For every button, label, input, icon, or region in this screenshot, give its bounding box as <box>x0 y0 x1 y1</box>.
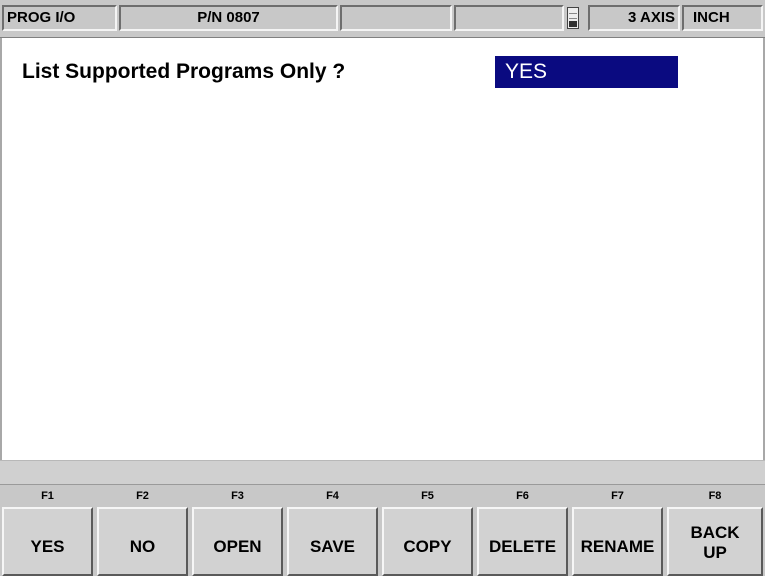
save-button[interactable]: SAVE <box>287 507 378 576</box>
status-bar: PROG I/O P/N 0807 3 AXIS INCH <box>0 0 765 38</box>
fkey-label: F4 <box>326 490 339 502</box>
softkey-f1: F1 YES <box>0 485 95 576</box>
softkey-f7: F7 RENAME <box>570 485 665 576</box>
back-up-button[interactable]: BACK UP <box>667 507 763 576</box>
gauge-fill <box>569 20 577 27</box>
status-field-3 <box>340 5 452 31</box>
delete-button[interactable]: DELETE <box>477 507 568 576</box>
copy-button[interactable]: COPY <box>382 507 473 576</box>
fkey-label: F5 <box>421 490 434 502</box>
softkey-f4: F4 SAVE <box>285 485 380 576</box>
units-indicator: INCH <box>682 5 763 31</box>
fkey-label: F6 <box>516 490 529 502</box>
main-panel: List Supported Programs Only ? YES <box>0 38 765 460</box>
fkey-label: F8 <box>708 490 722 502</box>
axis-indicator: 3 AXIS <box>588 5 680 31</box>
fkey-label: F7 <box>611 490 624 502</box>
mode-indicator: PROG I/O <box>2 5 117 31</box>
softkey-f3: F3 OPEN <box>190 485 285 576</box>
softkey-f2: F2 NO <box>95 485 190 576</box>
yes-button[interactable]: YES <box>2 507 93 576</box>
softkey-bar: F1 YES F2 NO F3 OPEN F4 SAVE F5 COPY F6 … <box>0 485 765 576</box>
no-button[interactable]: NO <box>97 507 188 576</box>
fkey-label: F1 <box>41 490 54 502</box>
prompt-label: List Supported Programs Only ? <box>22 60 346 83</box>
fkey-label: F3 <box>231 490 244 502</box>
softkey-f6: F6 DELETE <box>475 485 570 576</box>
softkey-f8: F8 BACK UP <box>665 485 765 576</box>
message-bar <box>0 460 765 485</box>
status-field-4 <box>454 5 564 31</box>
prompt-value-field[interactable]: YES <box>495 56 678 88</box>
rename-button[interactable]: RENAME <box>572 507 663 576</box>
fkey-label: F2 <box>136 490 149 502</box>
level-gauge-icon <box>567 7 579 29</box>
open-button[interactable]: OPEN <box>192 507 283 576</box>
part-number-display: P/N 0807 <box>119 5 338 31</box>
softkey-f5: F5 COPY <box>380 485 475 576</box>
